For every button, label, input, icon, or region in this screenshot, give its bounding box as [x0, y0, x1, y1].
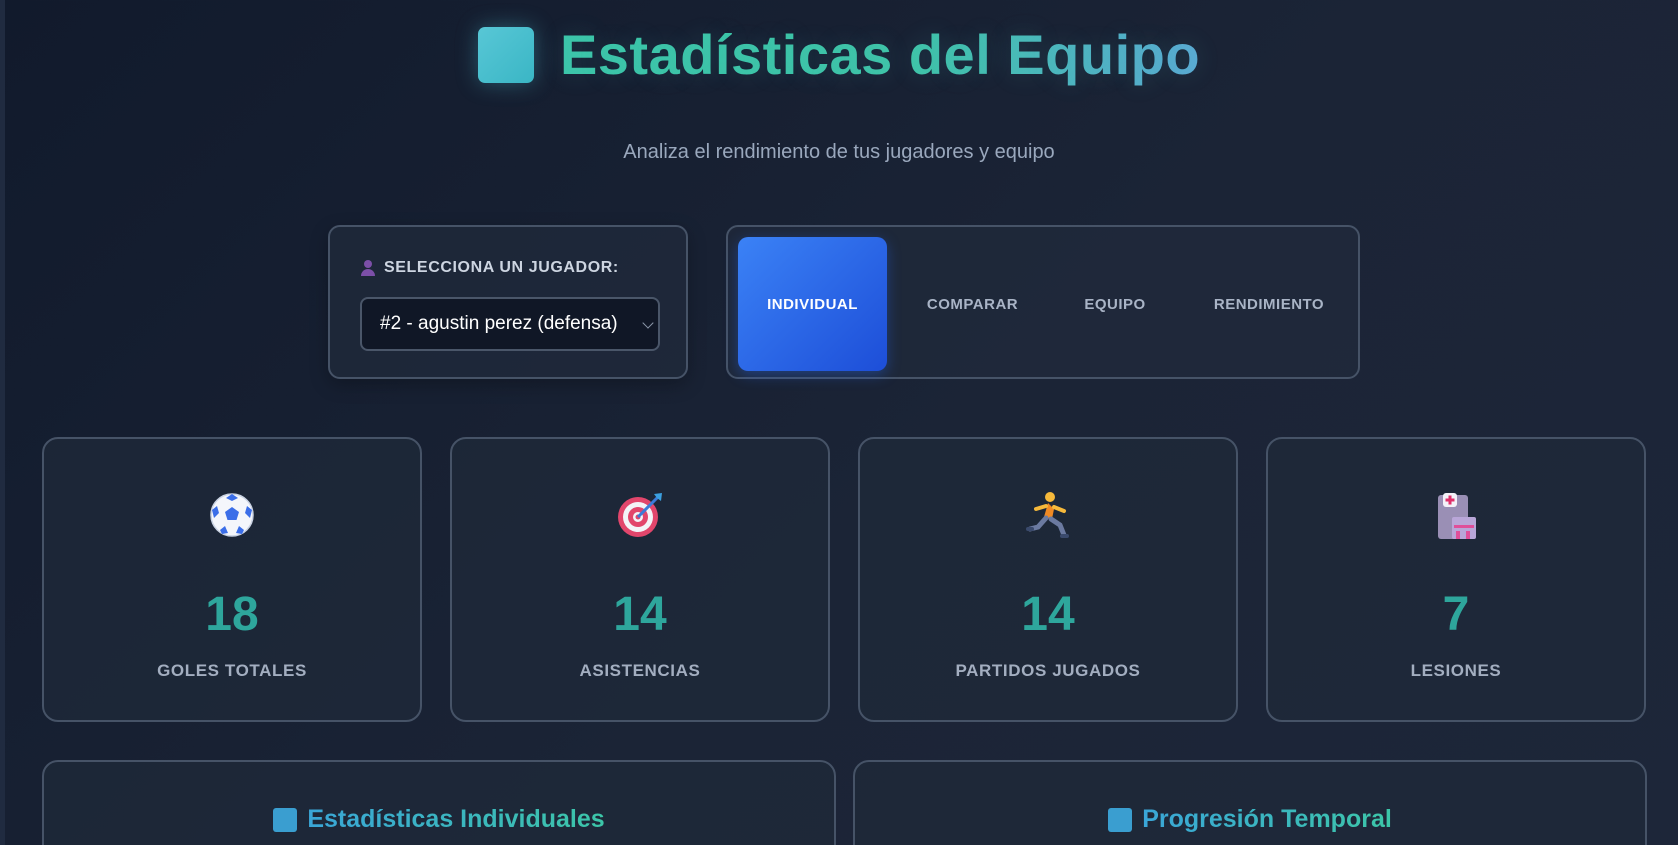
- page-header: Estadísticas del Equipo: [0, 22, 1678, 87]
- stat-label: GOLES TOTALES: [157, 661, 307, 680]
- panel-temporal-progression: Progresión Temporal: [853, 760, 1647, 845]
- player-select-value: #2 - agustin perez (defensa): [380, 313, 618, 334]
- chart-square-icon: [1108, 807, 1133, 832]
- tab-rendimiento[interactable]: RENDIMIENTO: [1188, 237, 1350, 371]
- person-icon: [360, 260, 376, 276]
- runner-icon: [1024, 491, 1072, 539]
- stat-value: 14: [1021, 588, 1075, 641]
- chart-square-icon: [273, 807, 298, 832]
- stat-label: LESIONES: [1410, 661, 1502, 680]
- header-logo-icon: [477, 26, 534, 83]
- player-selector-card: SELECCIONA UN JUGADOR: #2 - agustin pere…: [328, 225, 688, 379]
- player-selector-label: SELECCIONA UN JUGADOR:: [360, 259, 619, 277]
- player-selector-label-text: SELECCIONA UN JUGADOR:: [384, 259, 619, 276]
- stat-card-asistencias: 14 ASISTENCIAS: [450, 437, 830, 722]
- stat-value: 14: [613, 588, 667, 641]
- stat-label: PARTIDOS JUGADOS: [955, 661, 1141, 680]
- panel-individual-stats: Estadísticas Individuales: [42, 760, 836, 845]
- stat-card-lesiones: 7 LESIONES: [1266, 437, 1646, 722]
- tab-equipo[interactable]: EQUIPO: [1050, 237, 1180, 371]
- soccer-ball-icon: [208, 491, 256, 539]
- player-select[interactable]: #2 - agustin perez (defensa): [360, 297, 660, 351]
- page-title: Estadísticas del Equipo: [559, 23, 1201, 86]
- hospital-icon: [1432, 491, 1480, 539]
- panel-title-text: Progresión Temporal: [1142, 805, 1392, 833]
- stat-value: 18: [205, 588, 259, 641]
- stat-value: 7: [1442, 588, 1470, 641]
- stat-card-partidos: 14 PARTIDOS JUGADOS: [858, 437, 1238, 722]
- chevron-down-icon: [642, 317, 654, 329]
- stat-label: ASISTENCIAS: [579, 661, 701, 680]
- tab-individual[interactable]: INDIVIDUAL: [738, 237, 887, 371]
- target-icon: [616, 491, 664, 539]
- page-subtitle: Analiza el rendimiento de tus jugadores …: [623, 141, 1055, 163]
- stat-card-goles: 18 GOLES TOTALES: [42, 437, 422, 722]
- panel-title: Progresión Temporal: [855, 805, 1645, 834]
- view-tabs: INDIVIDUAL COMPARAR EQUIPO RENDIMIENTO: [726, 225, 1360, 379]
- panel-title-text: Estadísticas Individuales: [307, 805, 605, 833]
- tab-comparar[interactable]: COMPARAR: [898, 237, 1047, 371]
- page-left-edge: [0, 0, 5, 845]
- panel-title: Estadísticas Individuales: [44, 805, 834, 834]
